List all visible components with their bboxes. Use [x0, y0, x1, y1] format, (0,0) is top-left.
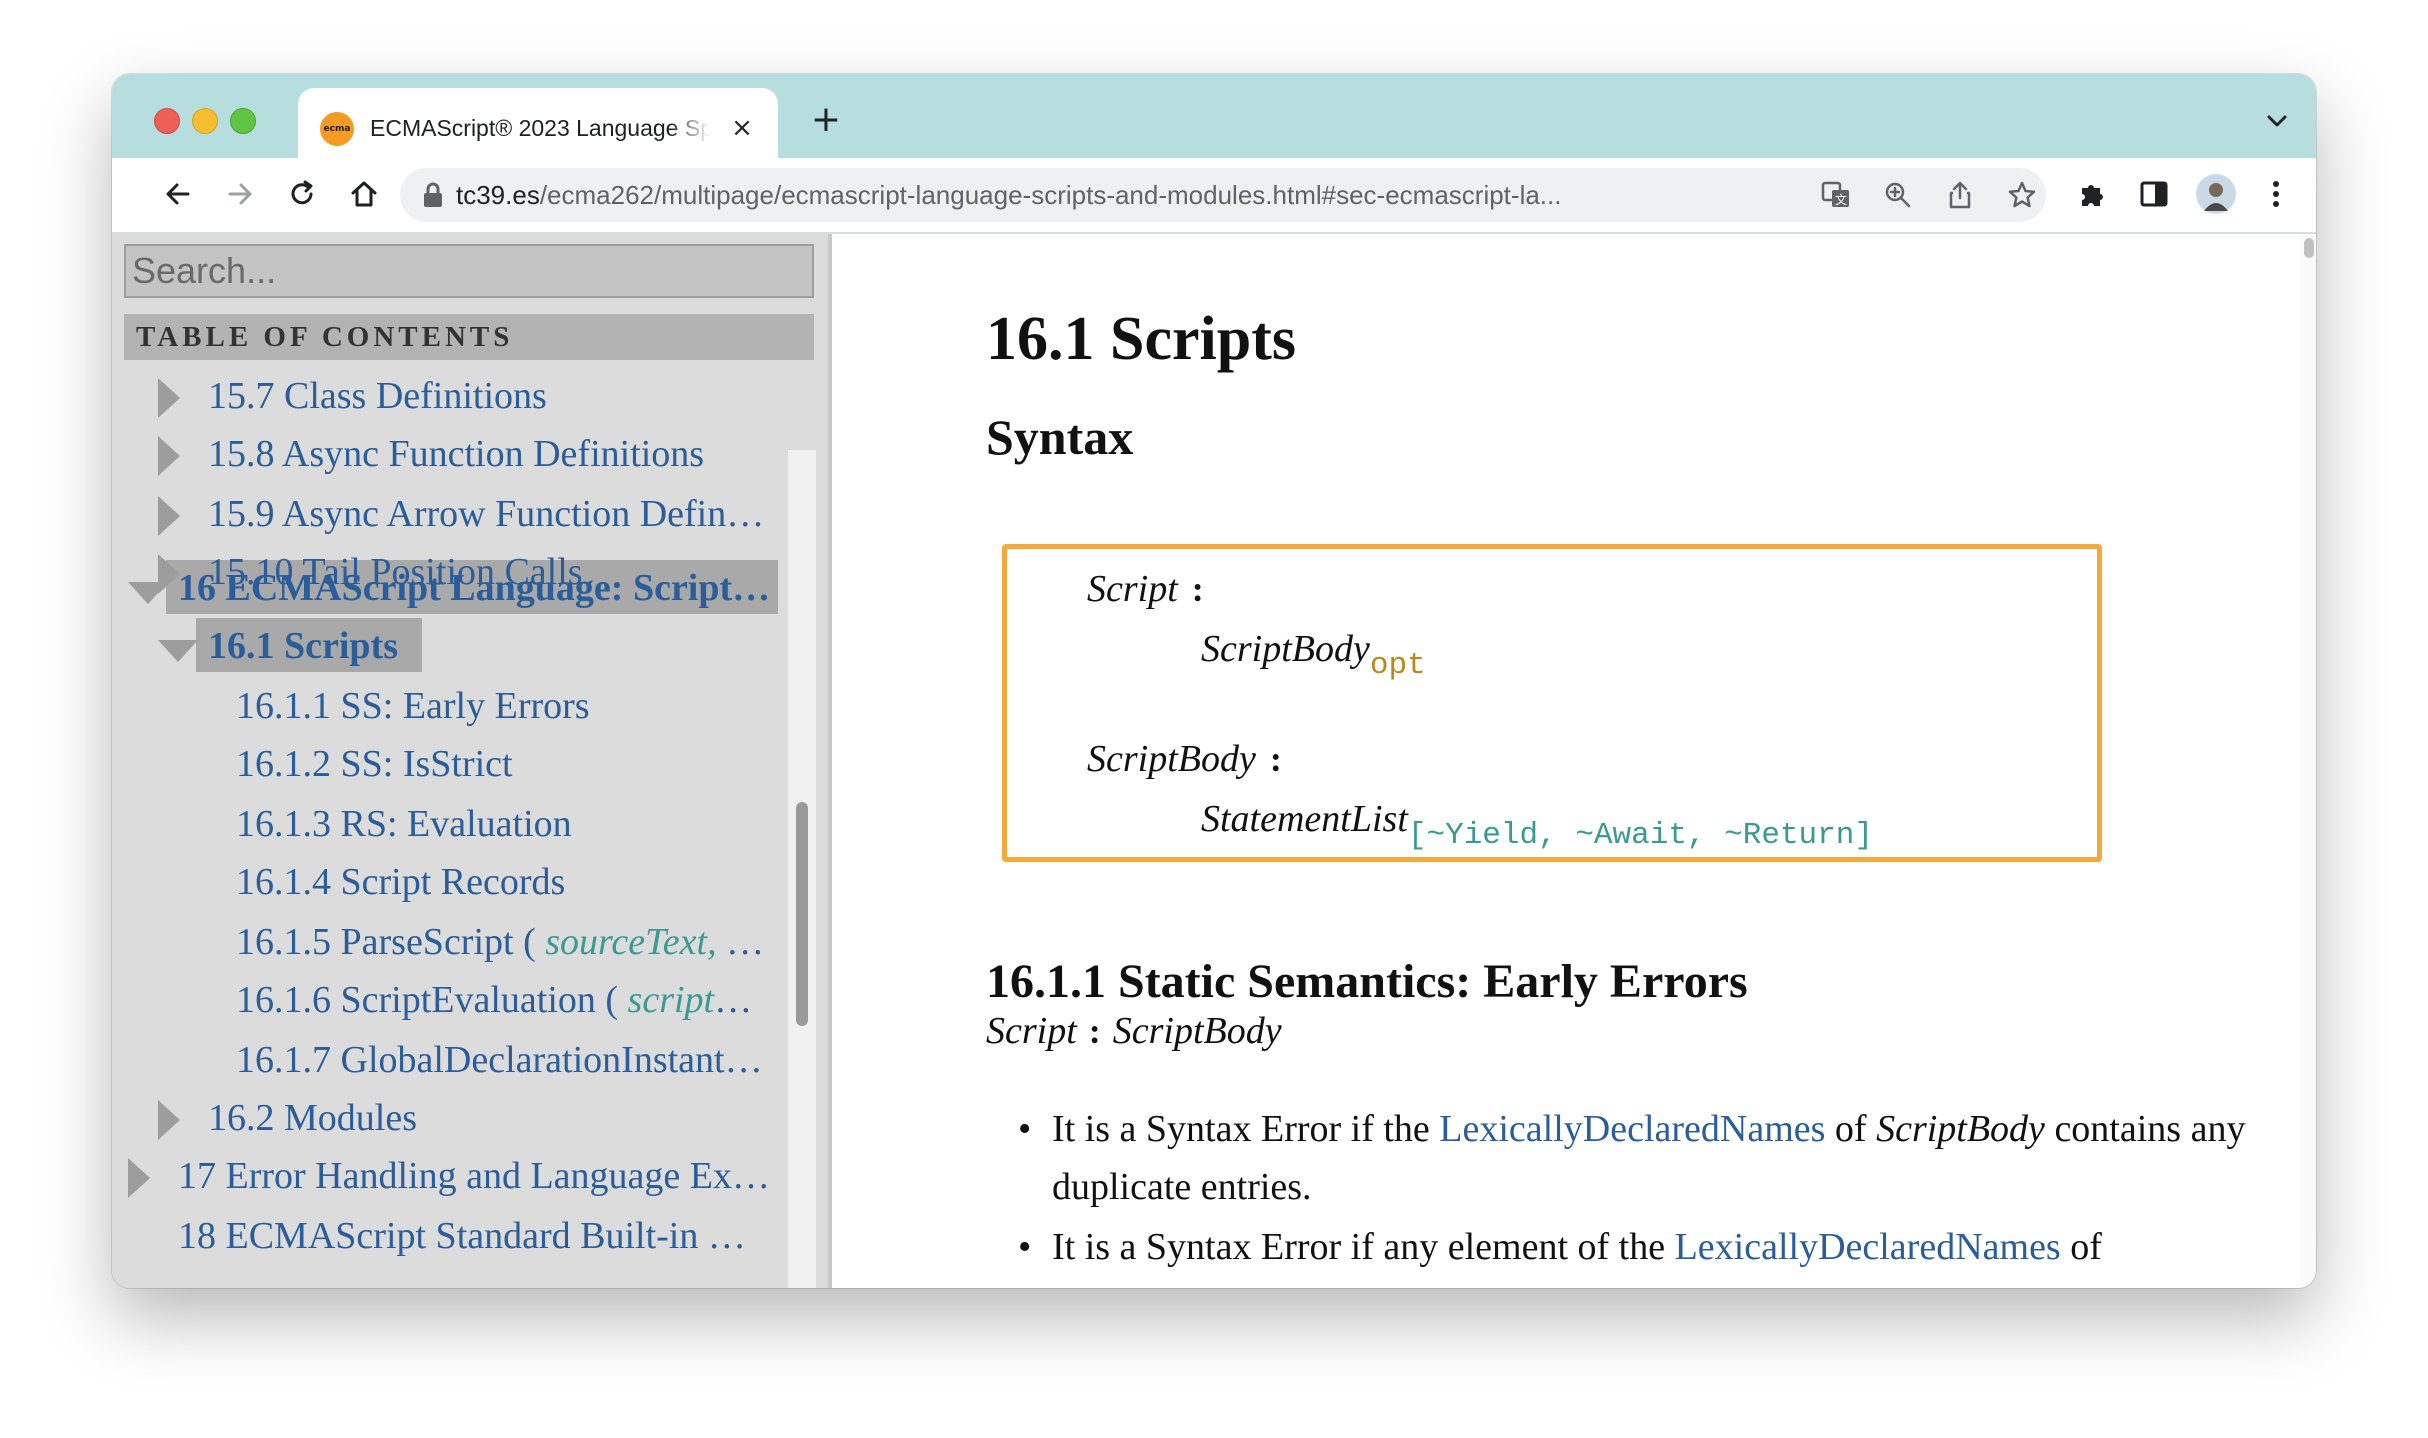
nonterminal[interactable]: ScriptBody: [1113, 1010, 1282, 1052]
colon: :: [1088, 1011, 1101, 1051]
toc-item[interactable]: 16.1.6 ScriptEvaluation ( scriptRecord ): [236, 972, 772, 1028]
page-scrollbar-thumb[interactable]: [2304, 238, 2314, 258]
zoom-window-button[interactable]: [230, 108, 256, 134]
expand-arrow-icon[interactable]: [128, 1158, 150, 1198]
nonterminal[interactable]: Script: [986, 1010, 1077, 1052]
extensions-puzzle-icon[interactable]: [2070, 172, 2114, 216]
toc-item-current-chapter[interactable]: 16 ECMAScript Language: Scripts and Modu…: [178, 560, 772, 616]
translate-icon[interactable]: 文: [1818, 177, 1854, 213]
section-title: 16.1 Scripts: [986, 305, 1296, 373]
lexically-declared-names-link[interactable]: LexicallyDeclaredNames: [1675, 1226, 2061, 1268]
bookmark-star-icon[interactable]: [2004, 177, 2040, 213]
toc-item[interactable]: 16.1.1 SS: Early Errors: [236, 678, 772, 734]
tab-title: ECMAScript® 2023 Language Specification: [370, 115, 710, 141]
lexically-declared-names-link[interactable]: LexicallyDeclaredNames: [1439, 1108, 1825, 1150]
page-scrollbar-track[interactable]: [2300, 234, 2316, 1288]
new-tab-button[interactable]: +: [806, 100, 846, 140]
rhs-statementlist: StatementList[~Yield, ~Await, ~Return]: [1201, 797, 1873, 853]
tab-close-icon[interactable]: ×: [726, 110, 758, 146]
expand-arrow-icon[interactable]: [158, 378, 180, 418]
grammar-params: [~Yield, ~Await, ~Return]: [1407, 818, 1873, 853]
home-icon[interactable]: [342, 172, 386, 216]
ecma-favicon-icon: ecma: [320, 112, 354, 146]
expand-arrow-icon[interactable]: [158, 436, 180, 476]
reload-icon[interactable]: [280, 172, 324, 216]
toc-item[interactable]: 15.9 Async Arrow Function Definitions: [208, 486, 768, 542]
expand-arrow-icon[interactable]: [158, 496, 180, 536]
toc-item[interactable]: 16.1.3 RS: Evaluation: [236, 796, 772, 852]
minimize-window-button[interactable]: [192, 108, 218, 134]
collapse-arrow-icon[interactable]: [128, 582, 168, 604]
colon: :: [1269, 739, 1282, 779]
early-errors-production: Script : ScriptBody: [986, 1009, 1282, 1053]
early-errors-heading: 16.1.1 Static Semantics: Early Errors: [986, 955, 1748, 1008]
toc-item[interactable]: 15.7 Class Definitions: [208, 368, 768, 424]
main-article: 16.1 Scripts Syntax Script : ScriptBodyo…: [832, 234, 2300, 1288]
expand-arrow-icon[interactable]: [158, 1100, 180, 1140]
toc-item[interactable]: 16.1.7 GlobalDeclarationInstantiation ( …: [236, 1032, 772, 1088]
zoom-icon[interactable]: [1880, 177, 1916, 213]
forward-arrow-icon[interactable]: [218, 172, 262, 216]
page-content: Search... TABLE OF CONTENTS 15.7 Class D…: [112, 234, 2316, 1288]
list-item: • It is a Syntax Error if the LexicallyD…: [1018, 1100, 2300, 1216]
url-text[interactable]: tc39.es/ecma262/multipage/ecmascript-lan…: [456, 168, 1776, 222]
toc-header: TABLE OF CONTENTS: [124, 314, 814, 360]
sidebar-scrollbar-thumb[interactable]: [796, 802, 808, 1026]
share-icon[interactable]: [1942, 177, 1978, 213]
rhs-scriptbody: ScriptBodyopt: [1201, 627, 1426, 683]
toc-item-current-section[interactable]: 16.1 Scripts: [208, 618, 428, 674]
syntax-heading: Syntax: [986, 409, 1134, 465]
toc-item[interactable]: 16.2 Modules: [208, 1090, 768, 1146]
close-window-button[interactable]: [154, 108, 180, 134]
nonterminal[interactable]: StatementList: [1201, 798, 1408, 840]
production-scriptbody: ScriptBody :: [1087, 737, 1282, 781]
grammar-box: Script : ScriptBodyopt ScriptBody : Stat…: [1002, 544, 2102, 862]
collapse-arrow-icon[interactable]: [158, 640, 198, 662]
menu-kebab-icon[interactable]: [2254, 172, 2298, 216]
toc-sidebar: Search... TABLE OF CONTENTS 15.7 Class D…: [112, 234, 832, 1288]
bullet-dot: •: [1018, 1108, 1032, 1150]
tab-strip: ecma ECMAScript® 2023 Language Specifica…: [112, 74, 2316, 158]
toc-item[interactable]: 18 ECMAScript Standard Built-in Objects: [178, 1208, 772, 1264]
back-arrow-icon[interactable]: [156, 172, 200, 216]
nonterminal[interactable]: Script: [1087, 568, 1178, 610]
toc-item[interactable]: 16.1.2 SS: IsStrict: [236, 736, 772, 792]
production-script: Script :: [1087, 567, 1204, 611]
profile-avatar[interactable]: [2194, 172, 2238, 216]
browser-window: ecma ECMAScript® 2023 Language Specifica…: [112, 74, 2316, 1288]
toc-item[interactable]: 16.1.5 ParseScript ( sourceText, realm, …: [236, 914, 772, 970]
bullet-dot: •: [1018, 1226, 1032, 1268]
address-bar[interactable]: tc39.es/ecma262/multipage/ecmascript-lan…: [400, 168, 2046, 222]
search-input[interactable]: Search...: [124, 244, 814, 298]
browser-toolbar: tc39.es/ecma262/multipage/ecmascript-lan…: [112, 158, 2316, 234]
opt-subscript: opt: [1369, 648, 1426, 683]
list-item: • It is a Syntax Error if any element of…: [1018, 1218, 2300, 1276]
lock-icon[interactable]: [422, 182, 444, 213]
svg-text:文: 文: [1835, 192, 1847, 207]
colon: :: [1191, 569, 1204, 609]
toc-item[interactable]: 17 Error Handling and Language Extension…: [178, 1148, 772, 1204]
nonterminal[interactable]: ScriptBody: [1201, 628, 1370, 670]
side-panel-icon[interactable]: [2132, 172, 2176, 216]
tab-search-chevron-icon[interactable]: [2260, 104, 2294, 138]
toc-item[interactable]: 16.1.4 Script Records: [236, 854, 772, 910]
nonterminal[interactable]: ScriptBody: [1087, 738, 1256, 780]
toc-item[interactable]: 15.8 Async Function Definitions: [208, 426, 768, 482]
tab-active[interactable]: ecma ECMAScript® 2023 Language Specifica…: [298, 88, 778, 158]
toc-list: 15.7 Class Definitions 15.8 Async Functi…: [112, 360, 782, 1288]
